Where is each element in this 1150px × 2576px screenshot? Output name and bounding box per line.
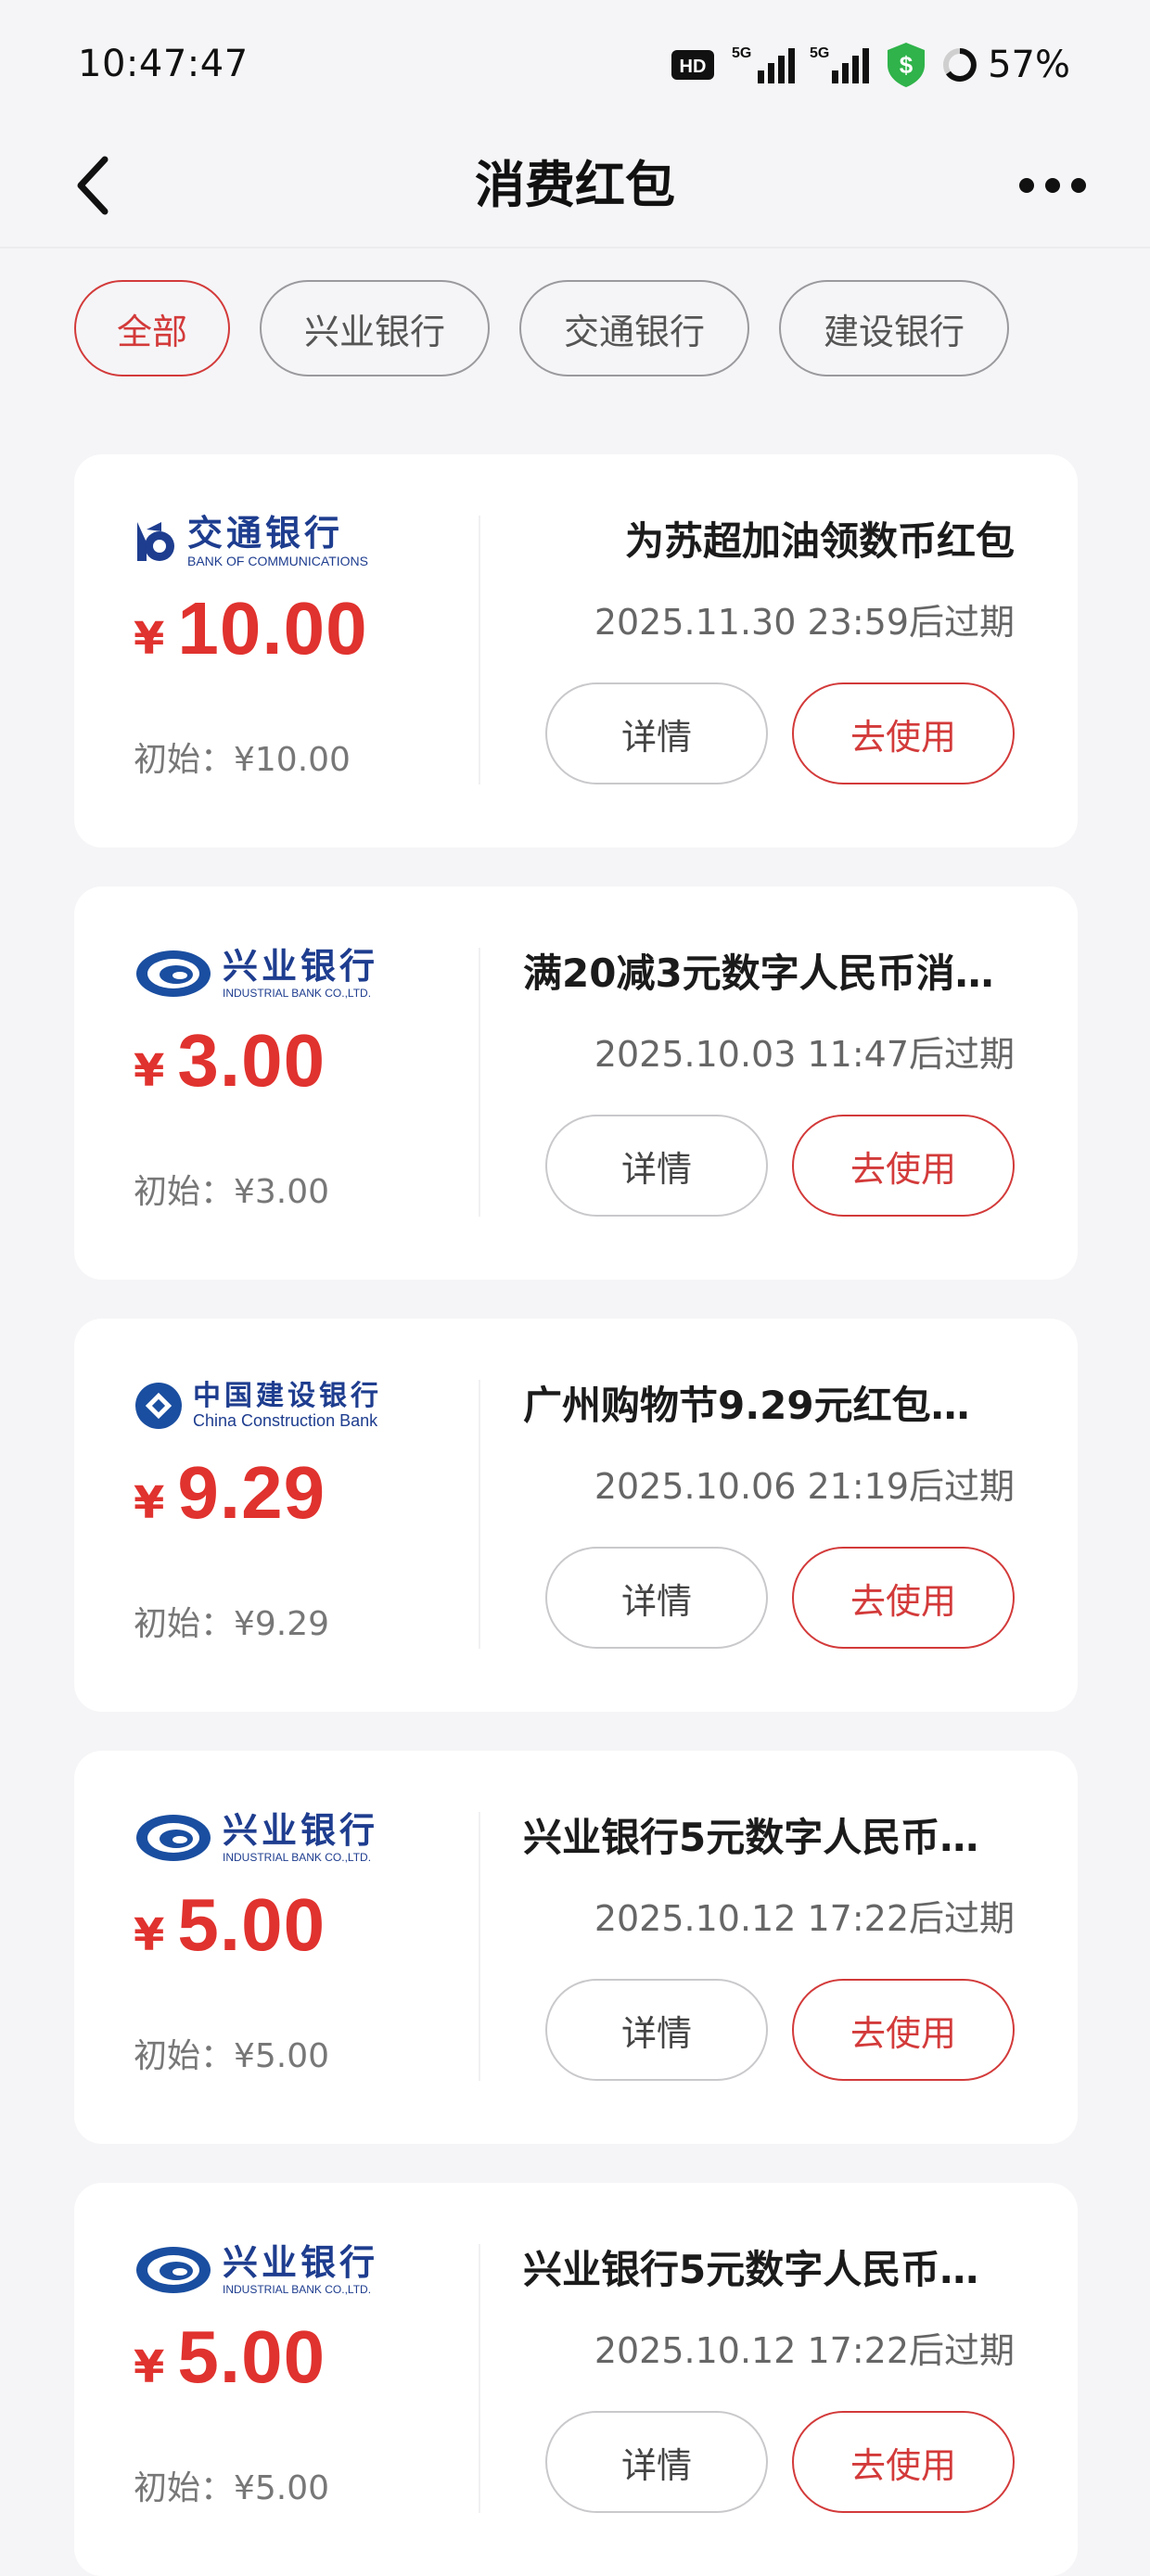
expiry-time: 2025.10.12 17:22后过期 bbox=[594, 1898, 1015, 1939]
initial-amount: 初始：¥5.00 bbox=[134, 2037, 330, 2075]
expiry-time: 2025.10.06 21:19后过期 bbox=[594, 1466, 1015, 1507]
bank-name-en: INDUSTRIAL BANK CO.,LTD. bbox=[223, 1851, 372, 1864]
coupon-amount: ¥ 5.00 bbox=[134, 1882, 326, 1968]
svg-text:HD: HD bbox=[680, 57, 707, 77]
bank-of-communications-logo-icon bbox=[137, 522, 174, 561]
filter-chip-industrial-bank[interactable]: 兴业银行 bbox=[260, 280, 490, 376]
initial-amount: 初始：¥3.00 bbox=[134, 1173, 330, 1211]
bank-name-cn: 兴业银行 bbox=[223, 945, 379, 987]
currency-symbol: ¥ bbox=[134, 613, 165, 665]
currency-symbol: ¥ bbox=[134, 1909, 165, 1961]
amount-value: 5.00 bbox=[177, 1883, 326, 1966]
card-divider bbox=[479, 948, 480, 1217]
navbar: 消费红包 bbox=[0, 130, 1150, 249]
signal-5g-icon: 5G bbox=[732, 45, 796, 83]
coupon-card: 兴业银行 INDUSTRIAL BANK CO.,LTD. ¥ 5.00 初始：… bbox=[74, 2183, 1078, 2576]
filter-chip-construction-bank[interactable]: 建设银行 bbox=[779, 280, 1009, 376]
battery-ring-icon bbox=[943, 48, 978, 82]
use-button[interactable]: 去使用 bbox=[792, 1115, 1015, 1217]
details-button[interactable]: 详情 bbox=[545, 1115, 768, 1217]
more-dots-icon bbox=[1019, 178, 1086, 193]
construction-bank-logo-icon bbox=[135, 1383, 182, 1429]
coupon-card: 中国建设银行 China Construction Bank ¥ 9.29 初始… bbox=[74, 1319, 1078, 1712]
industrial-bank-logo-icon bbox=[136, 950, 211, 997]
svg-text:5G: 5G bbox=[810, 45, 829, 61]
bank-logo: 交通银行 BANK OF COMMUNICATIONS bbox=[134, 512, 368, 571]
currency-symbol: ¥ bbox=[134, 1045, 165, 1097]
details-button[interactable]: 详情 bbox=[545, 682, 768, 784]
details-button[interactable]: 详情 bbox=[545, 1979, 768, 2081]
initial-amount: 初始：¥10.00 bbox=[134, 741, 351, 779]
coupon-title: 为苏超加油领数币红包 bbox=[624, 518, 1015, 564]
expiry-time: 2025.10.12 17:22后过期 bbox=[594, 2330, 1015, 2371]
card-divider bbox=[479, 1380, 480, 1649]
more-button[interactable] bbox=[1011, 148, 1094, 223]
security-shield-icon: $ bbox=[888, 43, 926, 87]
hd-icon: HD bbox=[671, 50, 715, 80]
expiry-time: 2025.10.03 11:47后过期 bbox=[594, 1034, 1015, 1075]
use-button[interactable]: 去使用 bbox=[792, 1979, 1015, 2081]
coupon-amount: ¥ 3.00 bbox=[134, 1018, 326, 1103]
status-bar: 10:47:47 HD 5G 5G $ 57% bbox=[0, 0, 1150, 130]
bank-name-cn: 兴业银行 bbox=[223, 1809, 379, 1851]
card-divider bbox=[479, 516, 480, 784]
coupon-title: 兴业银行5元数字人民币… bbox=[523, 2247, 979, 2292]
bank-name-en: China Construction Bank bbox=[193, 1411, 378, 1430]
bank-name-en: BANK OF COMMUNICATIONS bbox=[187, 554, 368, 568]
coupon-title: 兴业银行5元数字人民币… bbox=[523, 1815, 979, 1860]
card-divider bbox=[479, 1812, 480, 2081]
industrial-bank-logo-icon bbox=[136, 2247, 211, 2293]
details-button[interactable]: 详情 bbox=[545, 1547, 768, 1649]
filter-chip-all[interactable]: 全部 bbox=[74, 280, 230, 376]
use-button[interactable]: 去使用 bbox=[792, 1547, 1015, 1649]
page-title: 消费红包 bbox=[475, 156, 675, 214]
coupon-amount: ¥ 5.00 bbox=[134, 2315, 326, 2400]
svg-text:$: $ bbox=[900, 51, 914, 79]
bank-name-en: INDUSTRIAL BANK CO.,LTD. bbox=[223, 2283, 372, 2296]
coupon-card: 交通银行 BANK OF COMMUNICATIONS ¥ 10.00 初始：¥… bbox=[74, 454, 1078, 848]
signal-5g-icon-2: 5G bbox=[810, 45, 870, 83]
bank-name-cn: 中国建设银行 bbox=[193, 1380, 382, 1412]
details-button[interactable]: 详情 bbox=[545, 2411, 768, 2513]
bank-name-cn: 兴业银行 bbox=[223, 2241, 379, 2283]
card-divider bbox=[479, 2244, 480, 2513]
bank-logo: 中国建设银行 China Construction Bank bbox=[134, 1376, 382, 1435]
status-time: 10:47:47 bbox=[78, 43, 249, 85]
coupon-title: 满20减3元数字人民币消… bbox=[523, 950, 994, 996]
coupon-card: 兴业银行 INDUSTRIAL BANK CO.,LTD. ¥ 5.00 初始：… bbox=[74, 1751, 1078, 2144]
industrial-bank-logo-icon bbox=[136, 1815, 211, 1861]
filter-chip-bank-of-communications[interactable]: 交通银行 bbox=[519, 280, 749, 376]
bank-name-cn: 交通银行 bbox=[187, 512, 344, 554]
amount-value: 5.00 bbox=[177, 2315, 326, 2398]
currency-symbol: ¥ bbox=[134, 1477, 165, 1529]
status-icons: HD 5G 5G $ 57% bbox=[671, 41, 1070, 89]
bank-logo: 兴业银行 INDUSTRIAL BANK CO.,LTD. bbox=[134, 2240, 378, 2300]
bank-filter-tabs: 全部 兴业银行 交通银行 建设银行 bbox=[74, 280, 1009, 376]
use-button[interactable]: 去使用 bbox=[792, 682, 1015, 784]
initial-amount: 初始：¥9.29 bbox=[134, 1605, 330, 1643]
coupon-card: 兴业银行 INDUSTRIAL BANK CO.,LTD. ¥ 3.00 初始：… bbox=[74, 886, 1078, 1280]
amount-value: 3.00 bbox=[177, 1019, 326, 1102]
amount-value: 10.00 bbox=[177, 587, 368, 670]
battery-level: 57% bbox=[988, 44, 1070, 86]
currency-symbol: ¥ bbox=[134, 2341, 165, 2393]
expiry-time: 2025.11.30 23:59后过期 bbox=[594, 602, 1015, 643]
amount-value: 9.29 bbox=[177, 1451, 326, 1534]
svg-text:5G: 5G bbox=[732, 45, 751, 61]
use-button[interactable]: 去使用 bbox=[792, 2411, 1015, 2513]
initial-amount: 初始：¥5.00 bbox=[134, 2469, 330, 2507]
coupon-amount: ¥ 9.29 bbox=[134, 1450, 326, 1536]
bank-logo: 兴业银行 INDUSTRIAL BANK CO.,LTD. bbox=[134, 944, 378, 1003]
bank-name-en: INDUSTRIAL BANK CO.,LTD. bbox=[223, 987, 372, 1000]
coupon-amount: ¥ 10.00 bbox=[134, 586, 368, 671]
bank-logo: 兴业银行 INDUSTRIAL BANK CO.,LTD. bbox=[134, 1808, 378, 1868]
coupon-title: 广州购物节9.29元红包… bbox=[523, 1383, 970, 1428]
